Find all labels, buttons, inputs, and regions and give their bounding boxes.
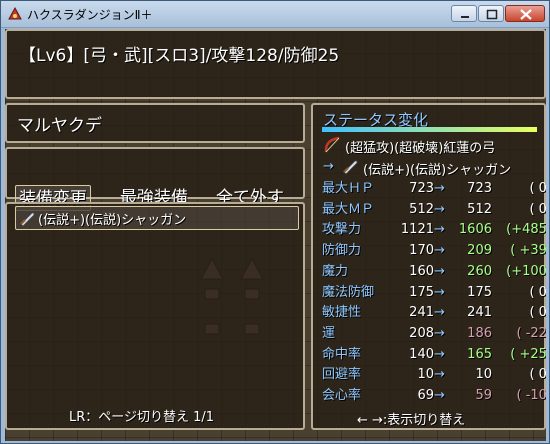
stat-row: 運 208→ 186 ( -22) <box>322 323 546 344</box>
stat-before: 723 <box>409 181 434 196</box>
stat-arrow: → <box>434 181 445 196</box>
stat-label: 魔法防御 <box>322 284 375 300</box>
minimize-button[interactable] <box>451 5 477 22</box>
stat-row: 命中率 140→ 165 ( +25) <box>322 344 546 365</box>
stat-after: 59 <box>475 388 492 403</box>
change-arrow: → <box>323 159 334 174</box>
stat-diff: ( 0) <box>529 284 546 300</box>
stat-before: 140 <box>409 346 434 362</box>
stat-before: 512 <box>409 201 434 217</box>
stat-row: 回避率10→10( 0) <box>322 364 546 385</box>
stat-before: 69 <box>417 388 434 403</box>
stat-arrow: → <box>434 388 445 403</box>
stat-diff: (+100) <box>506 263 546 279</box>
stat-before: 175 <box>409 284 434 300</box>
stat-row: 魔力 160→ 260 (+100) <box>322 261 546 282</box>
actor-window: マルヤクデ <box>5 103 305 143</box>
stat-after: 175 <box>467 284 492 300</box>
stat-row: 魔法防御175→175( 0) <box>322 282 546 303</box>
stat-row: 攻撃力 1121→ 1606 (+485) <box>322 219 546 240</box>
bow-icon <box>324 136 340 153</box>
stat-after: 512 <box>467 201 492 217</box>
stat-arrow: → <box>434 284 445 300</box>
list-item[interactable]: (伝説+)(伝説)シャッガン <box>15 206 299 230</box>
stat-label: 魔力 <box>322 263 349 279</box>
stat-arrow: → <box>434 263 445 279</box>
stat-before: 208 <box>409 325 434 341</box>
window-title: ハクスラダンジョンⅡ＋ <box>27 8 153 22</box>
list-item-label: (伝説+)(伝説)シャッガン <box>38 213 187 228</box>
close-button[interactable] <box>505 5 545 22</box>
stat-arrow: → <box>434 367 445 383</box>
stat-after: 10 <box>475 367 492 383</box>
stat-before: 160 <box>409 263 434 279</box>
maximize-icon <box>486 9 498 20</box>
game-screen: 【Lv6】[弓・武][スロ3]/攻撃128/防御25 マルヤクデ 装備変更 最強… <box>5 29 546 441</box>
stat-row: 敏捷性241→241( 0) <box>322 302 546 323</box>
stat-arrow: → <box>434 222 445 238</box>
stat-before: 10 <box>417 367 434 383</box>
stat-after: 165 <box>467 346 492 362</box>
stat-after: 1606 <box>458 222 492 238</box>
stat-row: 会心率 69→ 59 ( -10) <box>322 385 546 406</box>
stat-after: 260 <box>467 263 492 279</box>
stat-row: 最大ＨＰ723→723( 0) <box>322 178 546 199</box>
title-bar[interactable]: ハクスラダンジョンⅡ＋ <box>1 1 549 28</box>
stat-after: 723 <box>467 181 492 196</box>
stat-label: 最大ＨＰ <box>322 181 375 196</box>
stat-label: 会心率 <box>322 388 362 403</box>
stat-after: 209 <box>467 243 492 259</box>
app-window: ハクスラダンジョンⅡ＋ 【Lv6】[弓・武][スロ3]/攻撃128/防御25 マ… <box>0 0 550 444</box>
new-equip-name: (伝説+)(伝説)シャッガン <box>363 163 512 178</box>
stat-label: 攻撃力 <box>322 222 362 238</box>
status-gauge <box>322 127 537 132</box>
current-equip-name: (超猛攻)(超破壊)紅蓮の弓 <box>345 141 496 156</box>
actor-name: マルヤクデ <box>17 116 102 136</box>
stat-arrow: → <box>434 346 445 362</box>
stat-after: 186 <box>467 325 492 341</box>
stat-diff: ( 0) <box>529 367 546 383</box>
stat-diff: ( 0) <box>529 201 546 217</box>
stat-diff: ( +39) <box>510 243 546 259</box>
stat-row: 最大ＭＰ512→512( 0) <box>322 199 546 220</box>
maximize-button[interactable] <box>478 5 504 22</box>
stat-label: 回避率 <box>322 367 362 383</box>
stat-before: 1121 <box>400 222 434 238</box>
stat-label: 最大ＭＰ <box>322 201 375 217</box>
stat-label: 防御力 <box>322 243 362 259</box>
dagger-icon <box>343 160 358 174</box>
stat-arrow: → <box>434 305 445 321</box>
dagger-icon <box>20 212 35 226</box>
stat-diff: ( -10) <box>516 388 546 403</box>
stat-diff: ( 0) <box>529 305 546 321</box>
stat-before: 241 <box>409 305 434 321</box>
equip-list-window: (伝説+)(伝説)シャッガン LR：ページ切り替え 1/1 <box>5 202 305 430</box>
stat-arrow: → <box>434 325 445 341</box>
stat-diff: ( +25) <box>510 346 546 362</box>
stat-diff: ( 0) <box>529 181 546 196</box>
stat-after: 241 <box>467 305 492 321</box>
stat-diff: (+485) <box>506 222 546 238</box>
stat-before: 170 <box>409 243 434 259</box>
item-description: 【Lv6】[弓・武][スロ3]/攻撃128/防御25 <box>19 46 340 66</box>
minimize-icon <box>461 16 469 18</box>
help-window: 【Lv6】[弓・武][スロ3]/攻撃128/防御25 <box>5 29 546 99</box>
close-icon <box>520 9 532 20</box>
stat-row: 防御力 170→ 209 ( +39) <box>322 240 546 261</box>
stat-label: 命中率 <box>322 346 362 362</box>
stat-arrow: → <box>434 201 445 217</box>
stat-label: 敏捷性 <box>322 305 362 321</box>
toggle-hint: ← →:表示切り替え <box>357 413 466 428</box>
stat-diff: ( -22) <box>516 325 546 341</box>
stat-arrow: → <box>434 243 445 259</box>
page-hint: LR：ページ切り替え 1/1 <box>69 410 215 425</box>
stat-label: 運 <box>322 325 336 341</box>
app-icon <box>8 6 22 20</box>
